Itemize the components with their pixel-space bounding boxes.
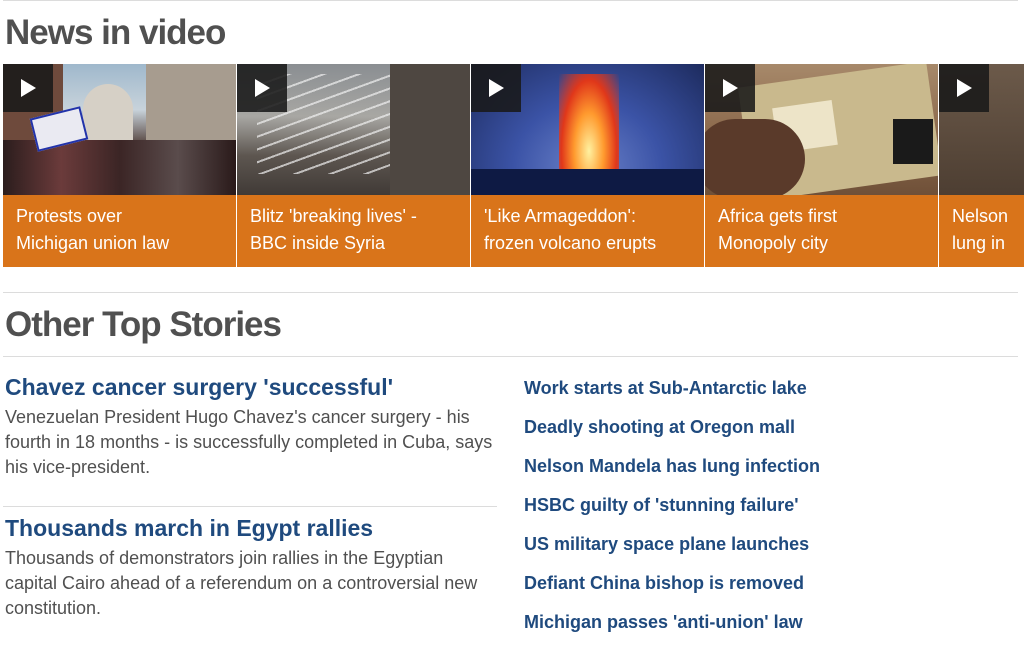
video-caption[interactable]: Blitz 'breaking lives' - BBC inside Syri… — [237, 195, 470, 267]
headline-list: Work starts at Sub-Antarctic lake Deadly… — [524, 374, 820, 647]
video-card[interactable]: Nelson lung in — [939, 64, 1024, 267]
video-caption-line: Protests over — [16, 206, 123, 226]
featured-story-headline[interactable]: Thousands march in Egypt rallies — [5, 514, 495, 542]
play-icon[interactable] — [471, 64, 521, 112]
play-icon[interactable] — [705, 64, 755, 112]
headline-link[interactable]: Michigan passes 'anti-union' law — [524, 608, 820, 647]
featured-story-headline[interactable]: Chavez cancer surgery 'successful' — [5, 373, 495, 401]
video-caption-line: 'Like Armageddon': — [484, 206, 636, 226]
video-caption-line: lung in — [952, 233, 1006, 253]
video-caption-line: Africa gets first — [718, 206, 838, 226]
video-strip: Protests over Michigan union law Blitz '… — [3, 64, 1024, 267]
video-caption[interactable]: Protests over Michigan union law — [3, 195, 236, 267]
play-icon[interactable] — [3, 64, 53, 112]
headline-link[interactable]: Nelson Mandela has lung infection — [524, 452, 820, 491]
featured-story: Thousands march in Egypt rallies Thousan… — [5, 514, 495, 621]
video-caption-line: BBC inside Syria — [250, 233, 386, 253]
video-caption-line: Monopoly city — [718, 233, 829, 253]
other-top-stories-title: Other Top Stories — [5, 305, 282, 344]
video-caption-line: Michigan union law — [16, 233, 170, 253]
headline-link[interactable]: US military space plane launches — [524, 530, 820, 569]
video-card[interactable]: Africa gets first Monopoly city — [705, 64, 938, 267]
featured-story-summary: Thousands of demonstrators join rallies … — [5, 548, 478, 618]
video-caption-line: frozen volcano erupts — [484, 233, 657, 253]
headline-link[interactable]: HSBC guilty of 'stunning failure' — [524, 491, 820, 530]
headline-link[interactable]: Defiant China bishop is removed — [524, 569, 820, 608]
headline-link[interactable]: Work starts at Sub-Antarctic lake — [524, 374, 820, 413]
video-caption[interactable]: 'Like Armageddon': frozen volcano erupts — [471, 195, 704, 267]
video-caption-line: Blitz 'breaking lives' - — [250, 206, 417, 226]
story-divider — [3, 506, 497, 507]
featured-story-summary: Venezuelan President Hugo Chavez's cance… — [5, 407, 493, 477]
section-rule — [3, 292, 1018, 293]
video-caption-line: Nelson — [952, 206, 1009, 226]
section-rule — [3, 356, 1018, 357]
top-rule — [3, 0, 1018, 1]
video-caption[interactable]: Nelson lung in — [939, 195, 1024, 267]
video-card[interactable]: 'Like Armageddon': frozen volcano erupts — [471, 64, 704, 267]
video-caption[interactable]: Africa gets first Monopoly city — [705, 195, 938, 267]
featured-story: Chavez cancer surgery 'successful' Venez… — [5, 373, 495, 480]
video-card[interactable]: Protests over Michigan union law — [3, 64, 236, 267]
news-in-video-title: News in video — [5, 13, 226, 52]
headline-link[interactable]: Deadly shooting at Oregon mall — [524, 413, 820, 452]
play-icon[interactable] — [237, 64, 287, 112]
video-card[interactable]: Blitz 'breaking lives' - BBC inside Syri… — [237, 64, 470, 267]
play-icon[interactable] — [939, 64, 989, 112]
